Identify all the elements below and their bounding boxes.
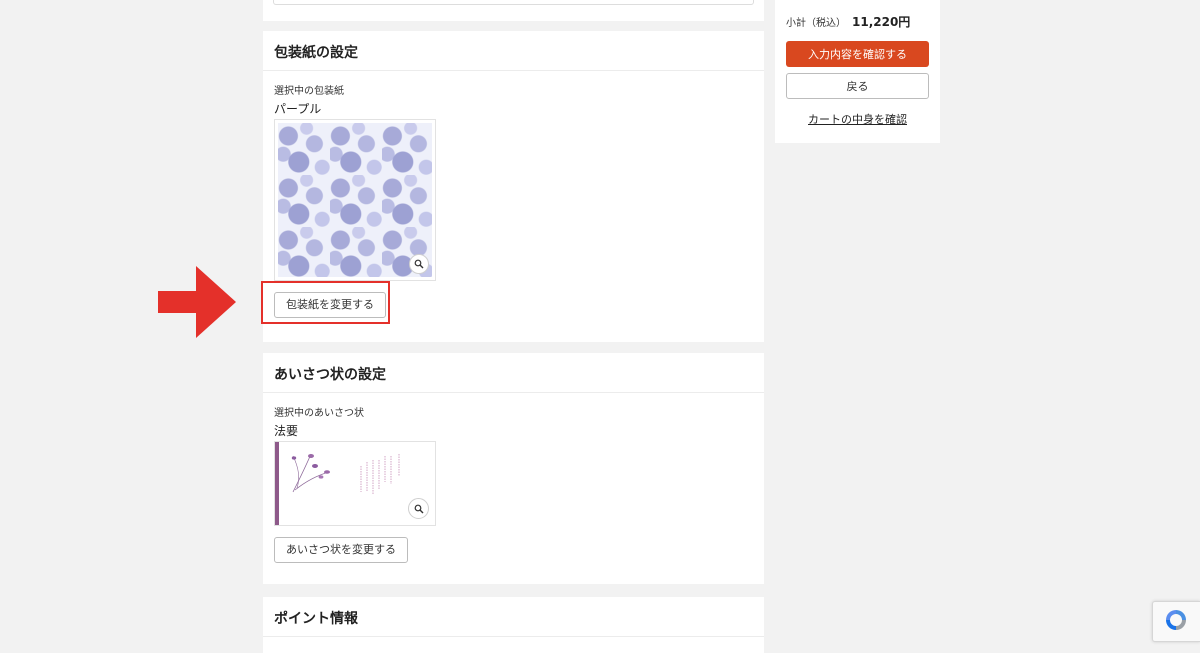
magnifier-icon[interactable] bbox=[408, 498, 429, 519]
confirm-input-button[interactable]: 入力内容を確認する bbox=[786, 41, 929, 67]
recaptcha-badge[interactable] bbox=[1152, 601, 1200, 642]
recaptcha-icon bbox=[1166, 610, 1186, 630]
previous-section-card bbox=[263, 0, 764, 21]
order-summary-sidebar: 小計（税込） 11,220円 入力内容を確認する 戻る カートの中身を確認 bbox=[775, 0, 940, 143]
wrapping-thumbnail[interactable] bbox=[274, 119, 436, 281]
greeting-text-columns bbox=[360, 454, 400, 494]
order-settings-page: 包装紙の設定 選択中の包装紙 パープル 包装紙を変更する あいさつ状の設定 選択… bbox=[0, 0, 1200, 653]
arrow-right-icon bbox=[158, 266, 236, 338]
wrapping-selected-label: 選択中の包装紙 bbox=[274, 86, 344, 97]
points-info-title: ポイント情報 bbox=[263, 597, 764, 637]
magnifier-icon[interactable] bbox=[409, 254, 429, 274]
greeting-settings-card: あいさつ状の設定 選択中のあいさつ状 法要 あいさつ状を変更する bbox=[263, 353, 764, 584]
greeting-settings-title: あいさつ状の設定 bbox=[263, 353, 764, 393]
greeting-selected-label: 選択中のあいさつ状 bbox=[274, 408, 364, 419]
change-greeting-button[interactable]: あいさつ状を変更する bbox=[274, 537, 408, 563]
greeting-card-stripe bbox=[275, 442, 279, 525]
subtotal-amount: 11,220円 bbox=[852, 15, 911, 29]
back-button[interactable]: 戻る bbox=[786, 73, 929, 99]
highlight-box bbox=[261, 281, 390, 324]
greeting-selected-value: 法要 bbox=[274, 424, 299, 438]
wrapping-pattern-image bbox=[278, 123, 432, 277]
subtotal-label: 小計（税込） bbox=[786, 18, 846, 29]
wrapping-selected-value: パープル bbox=[274, 102, 322, 116]
flower-illustration bbox=[291, 453, 330, 493]
points-info-card: ポイント情報 bbox=[263, 597, 764, 653]
wrapping-settings-title: 包装紙の設定 bbox=[263, 31, 764, 71]
view-cart-link[interactable]: カートの中身を確認 bbox=[775, 111, 940, 127]
subtotal-row: 小計（税込） 11,220円 bbox=[786, 13, 910, 30]
previous-section-input-edge bbox=[273, 0, 754, 5]
greeting-thumbnail[interactable] bbox=[274, 441, 436, 526]
